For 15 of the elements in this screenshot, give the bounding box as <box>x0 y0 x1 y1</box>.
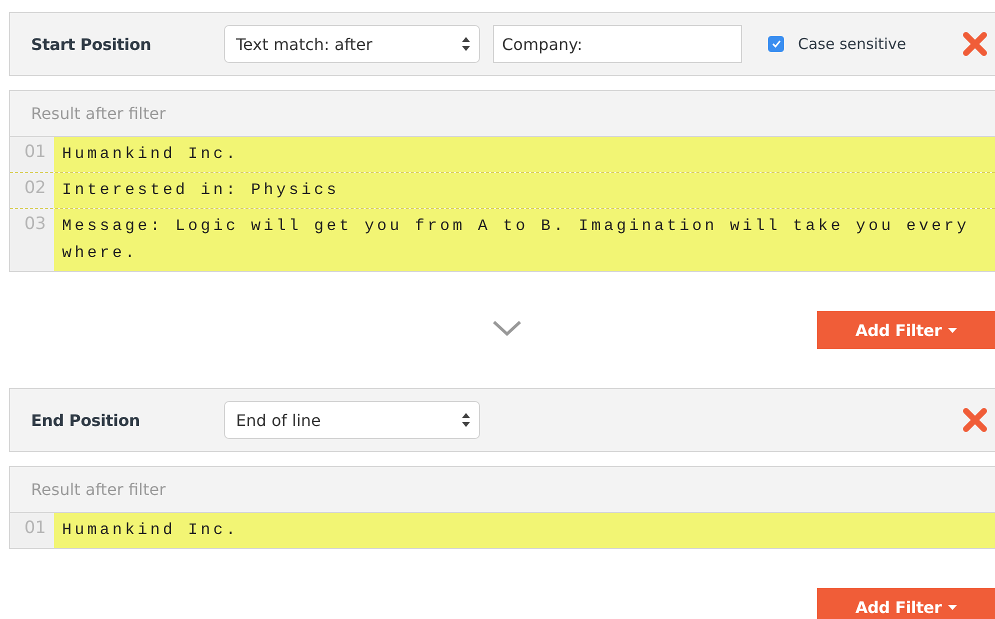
close-icon[interactable] <box>963 408 987 432</box>
chevron-down-icon <box>492 320 522 337</box>
close-icon[interactable] <box>963 32 987 56</box>
checkbox-label: Case sensitive <box>798 35 906 53</box>
sort-arrows-icon <box>462 37 470 51</box>
match-text-field[interactable]: Company: <box>493 25 742 63</box>
mode-select[interactable]: End of line <box>224 401 480 439</box>
case-sensitive-checkbox[interactable] <box>768 36 784 52</box>
filter-label: Start Position <box>31 34 152 54</box>
sort-arrows-icon <box>462 413 470 427</box>
caret-icon <box>948 604 957 610</box>
caret-icon <box>948 328 957 332</box>
mode-select[interactable]: Text match: after <box>224 25 480 63</box>
filter-label: End Position <box>31 410 141 430</box>
check-icon <box>772 40 780 48</box>
